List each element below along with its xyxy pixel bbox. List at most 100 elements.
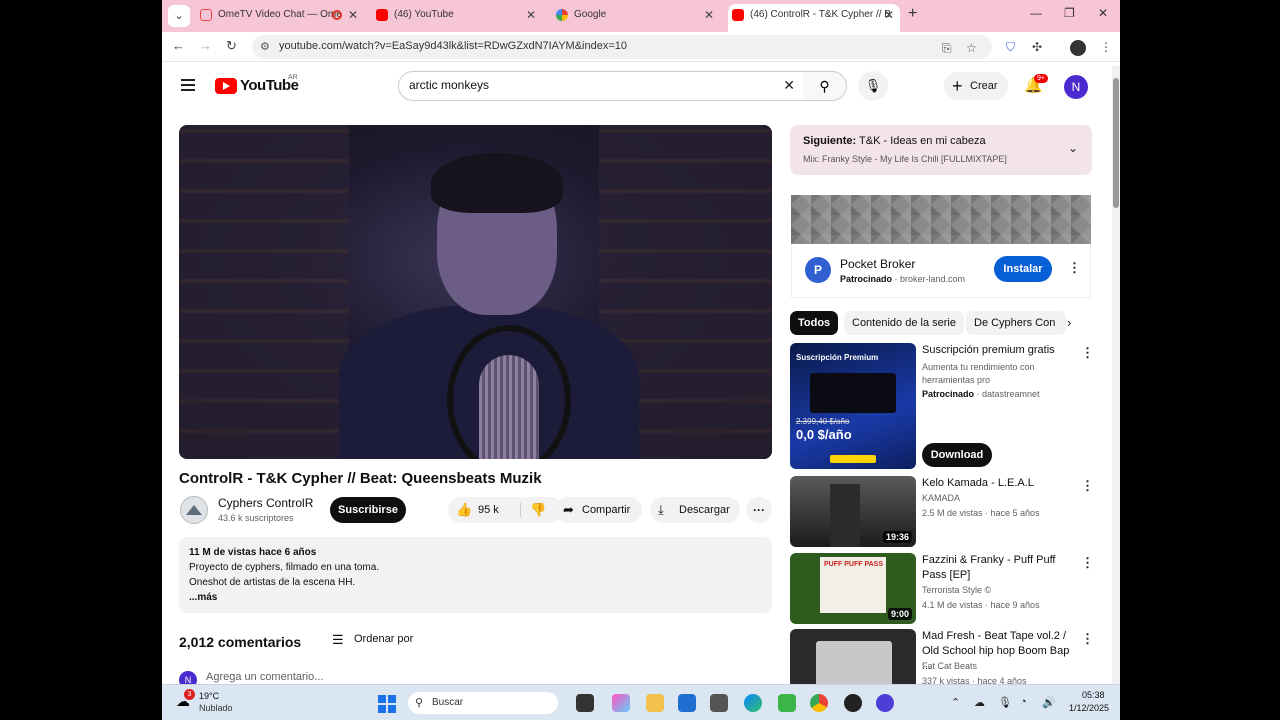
tray-chevron-icon[interactable]: ⌃ bbox=[951, 696, 960, 709]
comment-input[interactable]: Agrega un comentario... bbox=[206, 671, 323, 683]
bookmark-star-icon[interactable]: ☆ bbox=[966, 41, 977, 55]
clock-date[interactable]: 1/12/2025 bbox=[1069, 703, 1109, 713]
ad-menu-icon[interactable]: ⋮ bbox=[1068, 260, 1081, 276]
site-info-icon[interactable]: ⚙ bbox=[260, 40, 270, 53]
edge-icon[interactable] bbox=[744, 694, 762, 712]
video-thumbnail[interactable] bbox=[790, 629, 916, 685]
channel-name[interactable]: Cyphers ControlR bbox=[218, 496, 313, 510]
chip-todos[interactable]: Todos bbox=[790, 311, 839, 335]
tray-cloud-icon[interactable]: ☁ bbox=[974, 696, 985, 709]
forward-icon[interactable]: → bbox=[199, 38, 212, 53]
chip-series[interactable]: Contenido de la serie bbox=[844, 311, 964, 335]
sort-comments-button[interactable]: ☰ Ordenar por bbox=[332, 632, 413, 647]
taskbar-search[interactable]: ⚲ Buscar bbox=[408, 692, 558, 714]
new-tab-icon[interactable]: + bbox=[908, 5, 917, 23]
rec-menu-icon[interactable]: ⋮ bbox=[1081, 345, 1094, 361]
clock-time[interactable]: 05:38 bbox=[1082, 690, 1105, 700]
page-scrollbar[interactable] bbox=[1112, 66, 1120, 684]
rec-channel[interactable]: Terrorista Style © bbox=[922, 585, 991, 595]
extensions-puzzle-icon[interactable]: ✣ bbox=[1032, 40, 1042, 54]
weather-desc[interactable]: Nublado bbox=[199, 703, 233, 713]
chrome-icon[interactable] bbox=[810, 694, 828, 712]
install-app-icon[interactable]: ⎘ bbox=[942, 41, 952, 56]
scrollbar-thumb[interactable] bbox=[1113, 78, 1119, 208]
share-button[interactable]: ➦ Compartir bbox=[555, 497, 642, 523]
copilot-icon[interactable] bbox=[612, 694, 630, 712]
rec-menu-icon[interactable]: ⋮ bbox=[1081, 555, 1094, 571]
back-icon[interactable]: ← bbox=[172, 38, 185, 53]
like-icon[interactable]: 👍 bbox=[456, 497, 472, 523]
chip-channel[interactable]: De Cyphers Con bbox=[966, 311, 1066, 335]
ad-name[interactable]: Pocket Broker bbox=[840, 257, 915, 271]
tab-ometv[interactable]: OmeTV Video Chat — Ome ✕ bbox=[196, 4, 364, 28]
rec-menu-icon[interactable]: ⋮ bbox=[1081, 478, 1094, 494]
show-more-link[interactable]: ...más bbox=[189, 590, 762, 605]
dislike-icon[interactable]: 👎 bbox=[530, 497, 546, 523]
rec-title[interactable]: Fazzini & Franky - Puff Puff Pass [EP] bbox=[922, 553, 1074, 583]
start-icon[interactable] bbox=[378, 695, 396, 713]
tab-controlr[interactable]: (46) ControlR - T&K Cypher // B ✕ bbox=[728, 4, 900, 32]
wifi-icon[interactable]: ◔ bbox=[1020, 696, 1027, 708]
description-box[interactable]: 11 M de vistas hace 6 años Proyecto de c… bbox=[179, 537, 772, 613]
close-tab-icon[interactable]: ✕ bbox=[526, 4, 536, 26]
voice-search-button[interactable]: 🎙 bbox=[858, 71, 888, 101]
chevron-right-icon[interactable]: › bbox=[1067, 315, 1071, 330]
install-button[interactable]: Instalar bbox=[994, 256, 1052, 282]
list-item[interactable]: PUFF PUFF PASS 9:00 Fazzini & Franky - P… bbox=[790, 553, 1094, 624]
rec-channel[interactable]: Fat Cat Beats bbox=[922, 661, 977, 671]
app-purple-icon[interactable] bbox=[876, 694, 894, 712]
app-green-icon[interactable] bbox=[778, 694, 796, 712]
address-bar[interactable]: ⚙ youtube.com/watch?v=EaSay9d43lk&list=R… bbox=[252, 35, 992, 59]
rec-menu-icon[interactable]: ⋮ bbox=[1081, 631, 1092, 647]
video-thumbnail[interactable]: PUFF PUFF PASS 9:00 bbox=[790, 553, 916, 624]
create-button[interactable]: + Crear bbox=[944, 72, 1008, 100]
list-item[interactable]: Mad Fresh - Beat Tape vol.2 / Old School… bbox=[790, 629, 1092, 685]
weather-temp[interactable]: 19°C bbox=[199, 691, 219, 701]
store-icon[interactable] bbox=[678, 694, 696, 712]
browser-menu-icon[interactable]: ⋮ bbox=[1100, 40, 1112, 54]
tab-youtube[interactable]: (46) YouTube ✕ bbox=[372, 4, 542, 28]
tab-google[interactable]: Google ✕ bbox=[552, 4, 720, 28]
tray-mic-icon[interactable]: 🎙 bbox=[998, 696, 1012, 709]
close-tab-icon[interactable]: ✕ bbox=[704, 4, 714, 26]
search-button[interactable]: ⚲ bbox=[803, 71, 847, 101]
account-avatar[interactable]: N bbox=[1064, 75, 1088, 99]
youtube-logo-icon[interactable] bbox=[215, 78, 237, 94]
list-item[interactable]: 19:36 Kelo Kamada - L.E.A.L KAMADA 2.5 M… bbox=[790, 476, 1094, 547]
like-count[interactable]: 95 k bbox=[478, 497, 499, 523]
ad-card[interactable]: P Pocket Broker Patrocinado · broker-lan… bbox=[791, 244, 1091, 298]
video-thumbnail[interactable]: Suscripción Premium 2.399,40 $/año 0,0 $… bbox=[790, 343, 916, 469]
subscribe-button[interactable]: Suscribirse bbox=[330, 497, 406, 523]
video-player[interactable] bbox=[179, 125, 772, 459]
rec-title[interactable]: Kelo Kamada - L.E.A.L bbox=[922, 476, 1074, 491]
app-dark-icon[interactable] bbox=[844, 694, 862, 712]
video-thumbnail[interactable]: 19:36 bbox=[790, 476, 916, 547]
menu-icon[interactable] bbox=[181, 79, 195, 91]
extension-shield-icon[interactable]: ⛉ bbox=[1006, 40, 1015, 55]
reload-icon[interactable]: ↻ bbox=[226, 38, 237, 54]
file-explorer-icon[interactable] bbox=[646, 694, 664, 712]
clear-search-icon[interactable]: ✕ bbox=[783, 77, 795, 94]
channel-avatar[interactable] bbox=[180, 496, 208, 524]
tab-search-button[interactable]: ⌄ bbox=[168, 5, 190, 27]
close-window-icon[interactable]: ✕ bbox=[1098, 6, 1108, 20]
more-actions-button[interactable]: ··· bbox=[746, 497, 772, 523]
close-tab-icon[interactable]: ✕ bbox=[348, 4, 358, 26]
ad-banner-image[interactable] bbox=[791, 195, 1091, 244]
rec-title[interactable]: Suscripción premium gratis bbox=[922, 343, 1074, 358]
profile-avatar[interactable] bbox=[1070, 40, 1086, 56]
minimize-icon[interactable]: — bbox=[1030, 6, 1042, 20]
playlist-panel[interactable]: Siguiente: T&K - Ideas en mi cabeza Mix:… bbox=[790, 125, 1092, 175]
task-view-icon[interactable] bbox=[576, 694, 594, 712]
restore-icon[interactable]: ❐ bbox=[1064, 6, 1075, 20]
list-item[interactable]: Suscripción Premium 2.399,40 $/año 0,0 $… bbox=[790, 343, 1094, 469]
search-input[interactable] bbox=[409, 78, 769, 92]
app-icon[interactable] bbox=[710, 694, 728, 712]
close-tab-icon[interactable]: ✕ bbox=[884, 4, 894, 26]
chevron-down-icon[interactable]: ⌄ bbox=[1068, 141, 1078, 155]
volume-icon[interactable]: 🔊 bbox=[1042, 696, 1056, 709]
search-box[interactable]: ✕ bbox=[398, 71, 804, 101]
rec-channel[interactable]: KAMADA bbox=[922, 493, 960, 503]
rec-download-button[interactable]: Download bbox=[922, 443, 992, 467]
download-button[interactable]: ⤓ Descargar bbox=[650, 497, 740, 523]
